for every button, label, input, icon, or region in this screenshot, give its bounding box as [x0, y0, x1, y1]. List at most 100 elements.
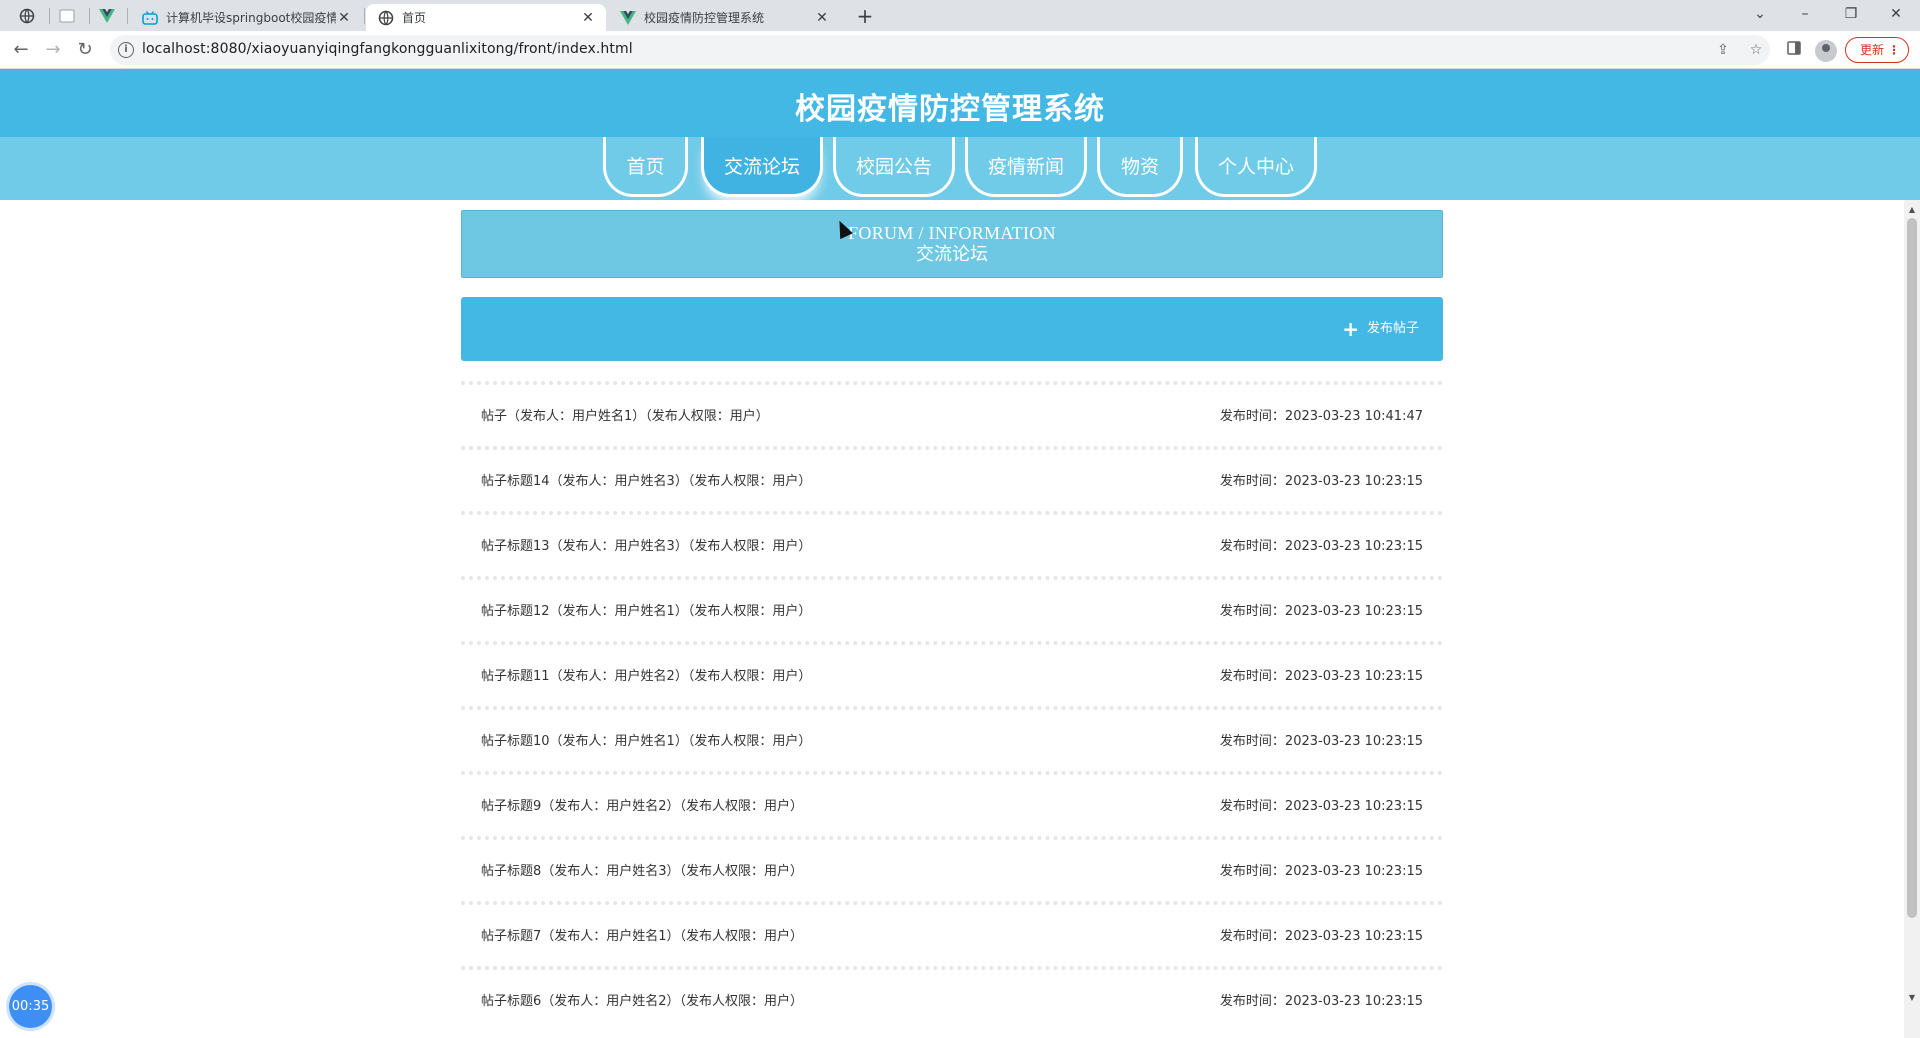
list-item[interactable]: 帖子标题7（发布人：用户姓名1）（发布人权限：用户） 发布时间：2023-03-2…: [461, 901, 1443, 966]
site-header: 校园疫情防控管理系统: [0, 69, 1920, 137]
list-item[interactable]: 帖子标题6（发布人：用户姓名2）（发布人权限：用户） 发布时间：2023-03-2…: [461, 966, 1443, 1031]
main-nav: 首页 交流论坛 校园公告 疫情新闻 物资 个人中心: [0, 137, 1920, 200]
tab-search-chevron-icon[interactable]: ⌄: [1740, 2, 1780, 26]
bilibili-icon: [142, 10, 158, 26]
dotted-divider: [461, 511, 1443, 515]
banner-title-en: FORUM / INFORMATION: [848, 223, 1056, 243]
list-item[interactable]: 帖子标题12（发布人：用户姓名1）（发布人权限：用户） 发布时间：2023-03-…: [461, 576, 1443, 641]
close-icon[interactable]: ✕: [580, 10, 596, 26]
tab-home[interactable]: 首页 ✕: [366, 4, 606, 31]
scroll-down-arrow-icon[interactable]: ▼: [1904, 990, 1920, 1006]
post-time: 发布时间：2023-03-23 10:23:15: [1219, 994, 1423, 1009]
post-title[interactable]: 帖子标题11（发布人：用户姓名2）（发布人权限：用户）: [481, 665, 811, 684]
forward-arrow-icon[interactable]: →: [40, 38, 66, 62]
tab-title: 计算机毕设springboot校园疫情: [166, 11, 336, 25]
globe-icon: [19, 8, 35, 24]
list-item[interactable]: 帖子标题10（发布人：用户姓名1）（发布人权限：用户） 发布时间：2023-03-…: [461, 706, 1443, 771]
dotted-divider: [461, 641, 1443, 645]
post-title[interactable]: 帖子标题8（发布人：用户姓名3）（发布人权限：用户）: [481, 860, 803, 879]
dotted-divider: [461, 381, 1443, 385]
list-item[interactable]: 帖子标题11（发布人：用户姓名2）（发布人权限：用户） 发布时间：2023-03-…: [461, 641, 1443, 706]
post-time: 发布时间：2023-03-23 10:23:15: [1219, 734, 1423, 749]
side-panel-icon[interactable]: [1783, 39, 1805, 61]
post-title[interactable]: 帖子（发布人：用户姓名1）（发布人权限：用户）: [481, 405, 769, 424]
post-time: 发布时间：2023-03-23 10:23:15: [1219, 539, 1423, 554]
browser-tab-strip: 计算机毕设springboot校园疫情 ✕ 首页 ✕ 校园疫情防控管理系统 ✕ …: [0, 0, 1920, 31]
post-title[interactable]: 帖子标题13（发布人：用户姓名3）（发布人权限：用户）: [481, 535, 811, 554]
post-time: 发布时间：2023-03-23 10:23:15: [1219, 604, 1423, 619]
dotted-divider: [461, 966, 1443, 970]
publish-post-button[interactable]: + 发布帖子: [1342, 319, 1419, 339]
dotted-divider: [461, 836, 1443, 840]
pinned-tab-globe[interactable]: [9, 4, 45, 28]
vue-logo-icon: [99, 9, 115, 23]
nav-item-home[interactable]: 首页: [603, 137, 688, 197]
dotted-divider: [461, 771, 1443, 775]
minimize-icon[interactable]: –: [1785, 2, 1825, 26]
site-info-icon[interactable]: i: [118, 42, 134, 58]
plus-icon: +: [1342, 317, 1359, 341]
nav-item-epidemic-news[interactable]: 疫情新闻: [965, 137, 1087, 197]
post-list: 帖子（发布人：用户姓名1）（发布人权限：用户） 发布时间：2023-03-23 1…: [461, 381, 1443, 1031]
post-title[interactable]: 帖子标题10（发布人：用户姓名1）（发布人权限：用户）: [481, 730, 811, 749]
nav-item-personal-center[interactable]: 个人中心: [1195, 137, 1317, 197]
vue-logo-icon: [620, 10, 636, 26]
tab-separator: [127, 8, 128, 24]
post-time: 发布时间：2023-03-23 10:23:15: [1219, 929, 1423, 944]
list-item[interactable]: 帖子标题9（发布人：用户姓名2）（发布人权限：用户） 发布时间：2023-03-2…: [461, 771, 1443, 836]
list-item[interactable]: 帖子标题13（发布人：用户姓名3）（发布人权限：用户） 发布时间：2023-03-…: [461, 511, 1443, 576]
tab-system[interactable]: 校园疫情防控管理系统 ✕: [608, 4, 840, 31]
dotted-divider: [461, 706, 1443, 710]
post-title[interactable]: 帖子标题6（发布人：用户姓名2）（发布人权限：用户）: [481, 990, 803, 1009]
address-bar[interactable]: i localhost:8080/xiaoyuanyiqingfangkongg…: [110, 35, 1770, 65]
action-bar: + 发布帖子: [461, 297, 1443, 361]
recording-timer-badge[interactable]: 00:35: [9, 985, 52, 1028]
tab-title: 校园疫情防控管理系统: [644, 11, 765, 25]
nav-item-announcements[interactable]: 校园公告: [833, 137, 955, 197]
globe-icon: [378, 10, 394, 26]
window-close-icon[interactable]: ✕: [1876, 2, 1916, 26]
nav-item-forum[interactable]: 交流论坛: [701, 137, 823, 197]
scrollbar-thumb[interactable]: [1907, 218, 1917, 918]
post-title[interactable]: 帖子标题9（发布人：用户姓名2）（发布人权限：用户）: [481, 795, 803, 814]
update-button[interactable]: 更新 ⋮: [1845, 37, 1909, 63]
dotted-divider: [461, 901, 1443, 905]
reload-icon[interactable]: ↻: [72, 38, 98, 62]
dotted-divider: [461, 576, 1443, 580]
post-time: 发布时间：2023-03-23 10:23:15: [1219, 669, 1423, 684]
tab-title: 首页: [402, 11, 427, 25]
update-label: 更新: [1860, 43, 1885, 57]
site-title: 校园疫情防控管理系统: [795, 92, 1105, 127]
bookmark-star-icon[interactable]: ☆: [1746, 41, 1766, 59]
scroll-up-arrow-icon[interactable]: ▲: [1904, 202, 1920, 218]
close-icon[interactable]: ✕: [814, 10, 830, 26]
post-title[interactable]: 帖子标题12（发布人：用户姓名1）（发布人权限：用户）: [481, 600, 811, 619]
forum-banner: FORUM / INFORMATION 交流论坛: [461, 210, 1443, 278]
tab-separator: [364, 8, 365, 24]
pinned-tab-blank[interactable]: [49, 4, 85, 28]
profile-avatar-icon[interactable]: [1815, 40, 1837, 62]
restore-icon[interactable]: ❐: [1831, 2, 1871, 26]
pinned-tab-vue[interactable]: [89, 4, 125, 28]
share-icon[interactable]: ⇪: [1713, 41, 1733, 59]
post-time: 发布时间：2023-03-23 10:23:15: [1219, 799, 1423, 814]
post-title[interactable]: 帖子标题14（发布人：用户姓名3）（发布人权限：用户）: [481, 470, 811, 489]
list-item[interactable]: 帖子（发布人：用户姓名1）（发布人权限：用户） 发布时间：2023-03-23 1…: [461, 381, 1443, 446]
post-time: 发布时间：2023-03-23 10:41:47: [1219, 409, 1423, 424]
publish-post-label: 发布帖子: [1366, 321, 1419, 336]
dotted-divider: [461, 446, 1443, 450]
blank-page-icon: [59, 9, 75, 23]
back-arrow-icon[interactable]: ←: [8, 38, 34, 62]
list-item[interactable]: 帖子标题8（发布人：用户姓名3）（发布人权限：用户） 发布时间：2023-03-2…: [461, 836, 1443, 901]
post-title[interactable]: 帖子标题7（发布人：用户姓名1）（发布人权限：用户）: [481, 925, 803, 944]
list-item[interactable]: 帖子标题14（发布人：用户姓名3）（发布人权限：用户） 发布时间：2023-03-…: [461, 446, 1443, 511]
url-text: localhost:8080/xiaoyuanyiqingfangkonggua…: [142, 41, 633, 57]
post-time: 发布时间：2023-03-23 10:23:15: [1219, 864, 1423, 879]
banner-title-cn: 交流论坛: [916, 244, 988, 265]
more-menu-icon: ⋮: [1888, 43, 1900, 57]
nav-item-supplies[interactable]: 物资: [1097, 137, 1183, 197]
new-tab-button[interactable]: +: [853, 5, 877, 27]
close-icon[interactable]: ✕: [336, 10, 352, 26]
tab-springboot[interactable]: 计算机毕设springboot校园疫情 ✕: [130, 4, 362, 31]
browser-toolbar: ← → ↻ i localhost:8080/xiaoyuanyiqingfan…: [0, 31, 1920, 69]
